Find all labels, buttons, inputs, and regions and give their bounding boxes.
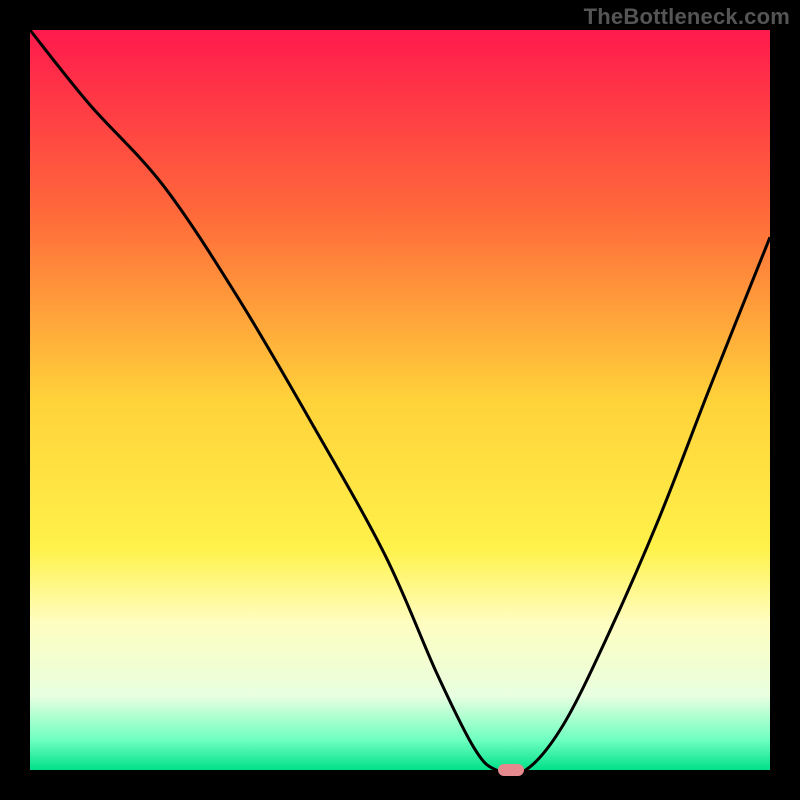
bottleneck-chart [0,0,800,800]
chart-container: TheBottleneck.com [0,0,800,800]
optimal-marker [498,764,524,776]
plot-background [30,30,770,770]
watermark-label: TheBottleneck.com [584,4,790,30]
